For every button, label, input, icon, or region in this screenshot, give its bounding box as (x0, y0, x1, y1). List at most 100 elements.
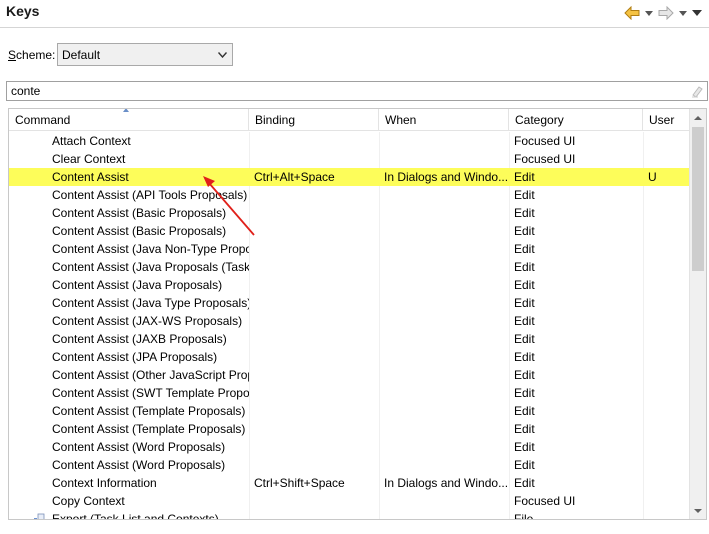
view-menu-button[interactable] (691, 4, 703, 22)
cell-category: Edit (514, 278, 535, 292)
table-row[interactable]: Content Assist (Java Proposals (Task-Foc… (9, 258, 690, 276)
table-row[interactable]: Content Assist (Word Proposals) Edit (9, 438, 690, 456)
table-row[interactable]: Content Assist (API Tools Proposals) Edit (9, 186, 690, 204)
cell-binding (254, 312, 378, 330)
cell-user (648, 492, 678, 510)
cell-command: Content Assist (Basic Proposals) (52, 224, 227, 238)
cell-user (648, 204, 678, 222)
cell-command: Attach Context (52, 134, 131, 148)
cell-command: Export (Task List and Contexts) (52, 512, 219, 520)
scrollbar-thumb[interactable] (692, 127, 704, 271)
table-row[interactable]: Content Assist (Word Proposals) Edit (9, 456, 690, 474)
cell-when (384, 438, 508, 456)
keys-table: Command Binding When Category User Attac… (8, 108, 707, 520)
filter-input[interactable] (11, 84, 671, 98)
table-row[interactable]: Content Assist (SWT Template Proposals) E… (9, 384, 690, 402)
table-row[interactable]: Content Assist (Basic Proposals) Edit (9, 204, 690, 222)
cell-category: Edit (514, 242, 535, 256)
cell-user (648, 186, 678, 204)
table-row[interactable]: Attach Context Focused UI (9, 132, 690, 150)
cell-when (384, 258, 508, 276)
cell-user (648, 240, 678, 258)
filter-field[interactable] (6, 81, 708, 101)
table-row[interactable]: Context Information Ctrl+Shift+Space In Di… (9, 474, 690, 492)
table-row[interactable]: Content Assist (JAXB Proposals) Edit (9, 330, 690, 348)
cell-binding (254, 438, 378, 456)
cell-category: Edit (514, 206, 535, 220)
cell-user (648, 150, 678, 168)
cell-category: Focused UI (514, 494, 576, 508)
table-row[interactable]: Content Assist (Template Proposals) Edit (9, 402, 690, 420)
cell-binding (254, 222, 378, 240)
chevron-down-icon (679, 10, 687, 16)
cell-command: Context Information (52, 476, 157, 490)
back-history-dropdown[interactable] (643, 4, 655, 22)
column-header-binding[interactable]: Binding (249, 109, 379, 131)
scheme-select[interactable]: Default (57, 43, 233, 66)
cell-user (648, 456, 678, 474)
cell-user (648, 510, 678, 519)
cell-when (384, 402, 508, 420)
page-title: Keys (6, 3, 40, 19)
column-header-category[interactable]: Category (509, 109, 643, 131)
cell-command: Content Assist (SWT Template Proposals) (52, 386, 249, 400)
forward-history-dropdown[interactable] (677, 4, 689, 22)
table-row[interactable]: Content Assist (Java Non-Type Proposals)… (9, 240, 690, 258)
cell-user (648, 474, 678, 492)
cell-when (384, 366, 508, 384)
scroll-up-button[interactable] (690, 109, 706, 126)
cell-user (648, 420, 678, 438)
table-row[interactable]: Content Assist (Other JavaScript Proposa… (9, 366, 690, 384)
cell-binding (254, 294, 378, 312)
cell-binding (254, 420, 378, 438)
cell-user (648, 222, 678, 240)
cell-category: Edit (514, 332, 535, 346)
table-row[interactable]: Content Assist (JPA Proposals) Edit (9, 348, 690, 366)
cell-user (648, 348, 678, 366)
forward-button[interactable] (657, 4, 675, 22)
cell-user (648, 438, 678, 456)
cell-binding (254, 276, 378, 294)
scroll-down-button[interactable] (690, 502, 706, 519)
cell-category: Edit (514, 314, 535, 328)
table-row[interactable]: Content Assist (Java Proposals) Edit (9, 276, 690, 294)
table-row[interactable]: Copy Context Focused UI (9, 492, 690, 510)
cell-when (384, 510, 508, 519)
cell-command: Content Assist (Word Proposals) (52, 458, 226, 472)
table-row[interactable]: Clear Context Focused UI (9, 150, 690, 168)
cell-command: Content Assist (Java Type Proposals) (52, 296, 249, 310)
cell-binding (254, 456, 378, 474)
cell-command: Content Assist (API Tools Proposals) (52, 188, 248, 202)
table-row[interactable]: Content Assist (JAX-WS Proposals) Edit (9, 312, 690, 330)
cell-binding (254, 150, 378, 168)
table-row[interactable]: Export (Task List and Contexts) File (9, 510, 690, 520)
table-row[interactable]: Content Assist (Basic Proposals) Edit (9, 222, 690, 240)
back-button[interactable] (623, 4, 641, 22)
cell-user (648, 366, 678, 384)
cell-binding (254, 240, 378, 258)
column-header-user[interactable]: User (643, 109, 690, 131)
clear-filter-icon[interactable] (690, 84, 704, 98)
cell-binding (254, 366, 378, 384)
cell-binding (254, 258, 378, 276)
vertical-scrollbar[interactable] (689, 109, 706, 519)
cell-command: Content Assist (52, 170, 129, 184)
cell-when (384, 204, 508, 222)
table-row[interactable]: Content Assist (Template Proposals) Edit (9, 420, 690, 438)
cell-category: File (514, 512, 534, 520)
table-row-selected[interactable]: Content Assist Ctrl+Alt+Space In Dialogs a… (9, 168, 690, 186)
column-header-when[interactable]: When (379, 109, 509, 131)
scheme-label: Scheme: (8, 48, 55, 62)
cell-when (384, 348, 508, 366)
cell-when (384, 276, 508, 294)
cell-category: Edit (514, 404, 535, 418)
column-header-command[interactable]: Command (9, 109, 249, 131)
view-menu-icon (692, 10, 702, 16)
cell-binding (254, 492, 378, 510)
table-row[interactable]: Content Assist (Java Type Proposals) Edit (9, 294, 690, 312)
cell-command: Content Assist (Other JavaScript Proposa… (52, 368, 249, 382)
cell-command: Copy Context (52, 494, 125, 508)
cell-category: Edit (514, 386, 535, 400)
scheme-label-text: cheme: (16, 48, 56, 62)
cell-when (384, 420, 508, 438)
